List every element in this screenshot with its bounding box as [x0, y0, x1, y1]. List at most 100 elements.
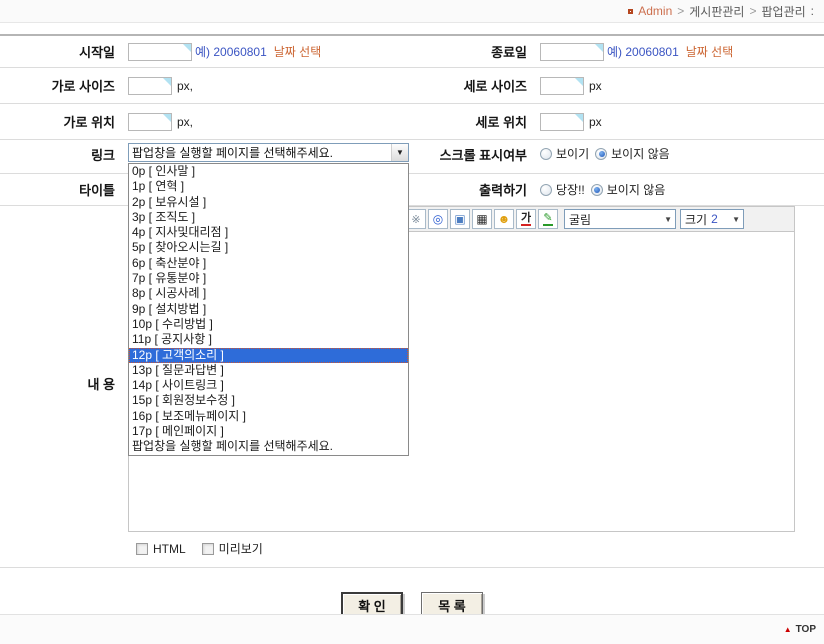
dropdown-option[interactable]: 14p [ 사이트링크 ] [129, 378, 408, 393]
start-date-picker-link[interactable]: 날짜 선택 [274, 43, 322, 60]
dropdown-option[interactable]: 15p [ 회원정보수정 ] [129, 393, 408, 408]
breadcrumb-bullet-icon [628, 9, 633, 14]
output-radio-option[interactable]: 보이지 않음 [591, 181, 666, 198]
end-date-picker-link[interactable]: 날짜 선택 [686, 43, 734, 60]
radio-icon [540, 184, 552, 196]
link-label: 링크 [0, 143, 115, 164]
dropdown-option[interactable]: 17p [ 메인페이지 ] [129, 424, 408, 439]
chevron-down-icon: ▼ [726, 215, 740, 224]
height-unit: px [589, 79, 602, 93]
breadcrumb-board-management: 게시판관리 [689, 3, 744, 20]
editor-mode-row: HTML 미리보기 [128, 532, 795, 561]
pos-x-unit: px, [177, 115, 193, 129]
dropdown-option[interactable]: 5p [ 찾아오시는길 ] [129, 240, 408, 255]
scroll-visibility-label: 스크롤 표시여부 [412, 143, 527, 164]
height-label: 세로 사이즈 [412, 76, 527, 95]
position-row: 가로 위치 px, 세로 위치 px [0, 104, 824, 140]
chevron-down-icon[interactable]: ▼ [391, 144, 408, 161]
up-triangle-icon: ▲ [784, 625, 792, 634]
top-link-label: TOP [796, 624, 816, 635]
link-row: 링크 팝업창을 실행할 페이지를 선택해주세요. ▼ 스크롤 표시여부 보이기 [0, 140, 824, 174]
dropdown-option[interactable]: 16p [ 보조메뉴페이지 ] [129, 409, 408, 424]
popup-admin-page: Admin > 게시판관리 > 팝업관리 : 시작일 예) 20060801 날… [0, 0, 824, 644]
breadcrumb: Admin > 게시판관리 > 팝업관리 : [628, 3, 814, 20]
dropdown-option[interactable]: 9p [ 설치방법 ] [129, 302, 408, 317]
breadcrumb-popup-management: 팝업관리 [761, 3, 805, 20]
breadcrumb-admin-link[interactable]: Admin [638, 4, 672, 18]
dropdown-option[interactable]: 13p [ 질문과답변 ] [129, 363, 408, 378]
breadcrumb-separator: > [677, 4, 684, 18]
radio-icon [591, 184, 603, 196]
end-date-label: 종료일 [412, 42, 527, 61]
radio-label: 당장!! [556, 181, 585, 198]
font-family-value: 굴림 [569, 211, 591, 228]
date-row: 시작일 예) 20060801 날짜 선택 종료일 예) 20060801 날짜… [0, 36, 824, 68]
end-date-input[interactable] [540, 43, 604, 61]
width-input[interactable] [128, 77, 172, 95]
link-select-dropdown: 0p [ 인사말 ] 1p [ 연혁 ] 2p [ 보유시설 ] 3p [ 조직… [128, 163, 409, 456]
start-date-example: 예) 20060801 [195, 43, 267, 60]
radio-label: 보이기 [556, 145, 589, 162]
checkbox-icon[interactable] [136, 543, 148, 555]
footer-bar: ▲ TOP [0, 614, 824, 644]
start-date-input[interactable] [128, 43, 192, 61]
preview-mode-toggle[interactable]: 미리보기 [202, 540, 263, 557]
scroll-radio-option[interactable]: 보이지 않음 [595, 145, 670, 162]
font-size-select[interactable]: 크기 2 ▼ [680, 209, 744, 229]
dropdown-option[interactable]: 팝업창을 실행할 페이지를 선택해주세요. [129, 439, 408, 454]
special-char-icon[interactable]: ※ [406, 209, 426, 229]
dropdown-option[interactable]: 2p [ 보유시설 ] [129, 195, 408, 210]
content-label: 내 용 [0, 374, 115, 393]
dropdown-option[interactable]: 10p [ 수리방법 ] [129, 317, 408, 332]
radio-label: 보이지 않음 [611, 145, 670, 162]
top-bar: Admin > 게시판관리 > 팝업관리 : [0, 0, 824, 23]
dropdown-option[interactable]: 7p [ 유통분야 ] [129, 271, 408, 286]
pos-y-input[interactable] [540, 113, 584, 131]
dropdown-option[interactable]: 0p [ 인사말 ] [129, 164, 408, 179]
size-row: 가로 사이즈 px, 세로 사이즈 px [0, 68, 824, 104]
height-input[interactable] [540, 77, 584, 95]
dropdown-option[interactable]: 3p [ 조직도 ] [129, 210, 408, 225]
width-unit: px, [177, 79, 193, 93]
breadcrumb-colon: : [811, 4, 814, 18]
highlight-icon[interactable]: ✎ [538, 209, 558, 229]
pos-y-unit: px [589, 115, 602, 129]
scroll-radio-option[interactable]: 보이기 [540, 145, 589, 162]
dropdown-option[interactable]: 12p [ 고객의소리 ] [129, 348, 408, 363]
link-select[interactable]: 팝업창을 실행할 페이지를 선택해주세요. ▼ [128, 143, 409, 162]
font-size-value: 2 [711, 212, 718, 226]
pos-x-label: 가로 위치 [0, 112, 115, 131]
toolbar-icon-group: ※ ◎ ▣ ▦ [406, 209, 560, 229]
pos-x-input[interactable] [128, 113, 172, 131]
end-date-example: 예) 20060801 [607, 43, 679, 60]
html-checkbox-label: HTML [153, 542, 186, 556]
table-icon[interactable]: ▦ [472, 209, 492, 229]
font-family-select[interactable]: 굴림 ▼ [564, 209, 676, 229]
link-select-value: 팝업창을 실행할 페이지를 선택해주세요. [132, 144, 333, 161]
dropdown-option[interactable]: 1p [ 연혁 ] [129, 179, 408, 194]
dropdown-option[interactable]: 11p [ 공지사항 ] [129, 332, 408, 347]
title-row: 타이틀 출력하기 당장!! [0, 174, 824, 206]
media-icon[interactable]: ◎ [428, 209, 448, 229]
scroll-to-top-link[interactable]: ▲ TOP [784, 624, 816, 635]
start-date-label: 시작일 [0, 42, 115, 61]
dropdown-option[interactable]: 4p [ 지사및대리점 ] [129, 225, 408, 240]
output-radio-option[interactable]: 당장!! [540, 181, 585, 198]
radio-label: 보이지 않음 [607, 181, 666, 198]
output-radio-group: 당장!! 보이지 않음 [540, 181, 665, 198]
checkbox-icon[interactable] [202, 543, 214, 555]
output-label: 출력하기 [412, 180, 527, 199]
breadcrumb-separator: > [749, 4, 756, 18]
radio-icon [540, 148, 552, 160]
font-size-label: 크기 [685, 211, 707, 228]
scroll-radio-group: 보이기 보이지 않음 [540, 143, 670, 162]
emoticon-icon[interactable]: ☻ [494, 209, 514, 229]
preview-checkbox-label: 미리보기 [219, 540, 263, 557]
image-icon[interactable]: ▣ [450, 209, 470, 229]
popup-form: 시작일 예) 20060801 날짜 선택 종료일 예) 20060801 날짜… [0, 34, 824, 568]
dropdown-option[interactable]: 8p [ 시공사례 ] [129, 286, 408, 301]
font-color-icon[interactable]: 가 [516, 209, 536, 229]
chevron-down-icon: ▼ [658, 215, 672, 224]
dropdown-option[interactable]: 6p [ 축산분야 ] [129, 256, 408, 271]
html-mode-toggle[interactable]: HTML [136, 542, 186, 556]
